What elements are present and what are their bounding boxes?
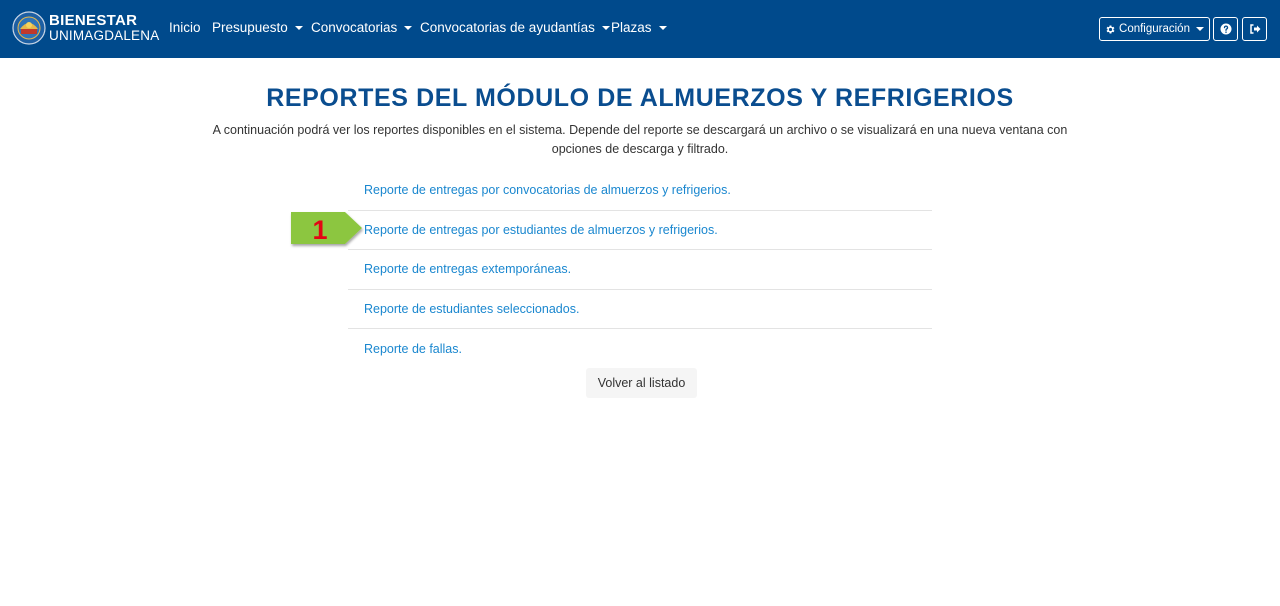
brand-subtitle: UNIMAGDALENA [49, 28, 160, 43]
help-button[interactable] [1213, 17, 1238, 41]
report-list: Reporte de entregas por convocatorias de… [348, 171, 932, 369]
page-title: REPORTES DEL MÓDULO DE ALMUERZOS Y REFRI… [266, 84, 1014, 112]
report-link-fallas[interactable]: Reporte de fallas. [348, 329, 932, 369]
question-circle-icon [1220, 23, 1231, 35]
brand-logo-link[interactable]: BIENESTAR UNIMAGDALENA [12, 8, 159, 48]
caret-down-icon [601, 25, 610, 30]
logout-button[interactable] [1242, 17, 1267, 41]
gear-icon [1106, 24, 1115, 34]
brand-name: BIENESTAR [49, 12, 138, 29]
config-dropdown-button[interactable]: Configuración [1099, 17, 1210, 41]
caret-down-icon [658, 25, 667, 30]
back-to-list-button[interactable]: Volver al listado [586, 368, 697, 398]
page-description: A continuación podrá ver los reportes di… [212, 123, 1068, 156]
nav-convocatorias-ayudantias-label: Convocatorias de ayudantías [420, 20, 595, 35]
nav-plazas[interactable]: Plazas [611, 20, 667, 35]
step-number: 1 [312, 215, 327, 245]
config-label: Configuración [1119, 23, 1190, 35]
nav-plazas-label: Plazas [611, 20, 652, 35]
report-link-estudiantes[interactable]: Reporte de entregas por estudiantes de a… [348, 211, 932, 250]
nav-presupuesto[interactable]: Presupuesto [212, 20, 303, 35]
nav-presupuesto-label: Presupuesto [212, 20, 288, 35]
caret-down-icon [404, 25, 413, 30]
caret-down-icon [294, 25, 303, 30]
nav-convocatorias-label: Convocatorias [311, 20, 398, 35]
report-link-extemporaneas[interactable]: Reporte de entregas extemporáneas. [348, 250, 932, 290]
sign-out-icon [1249, 24, 1260, 34]
nav-convocatorias[interactable]: Convocatorias [311, 20, 413, 35]
nav-inicio[interactable]: Inicio [169, 20, 201, 35]
top-navbar: BIENESTAR UNIMAGDALENA Inicio Presupuest… [0, 0, 1280, 58]
report-link-seleccionados[interactable]: Reporte de estudiantes seleccionados. [348, 290, 932, 329]
university-seal-icon [12, 11, 46, 45]
caret-down-icon [1195, 27, 1204, 31]
report-link-convocatorias[interactable]: Reporte de entregas por convocatorias de… [348, 171, 932, 211]
nav-convocatorias-ayudantias[interactable]: Convocatorias de ayudantías [420, 20, 610, 35]
nav-inicio-label: Inicio [169, 20, 201, 35]
step-marker-arrow: 1 [291, 212, 362, 245]
